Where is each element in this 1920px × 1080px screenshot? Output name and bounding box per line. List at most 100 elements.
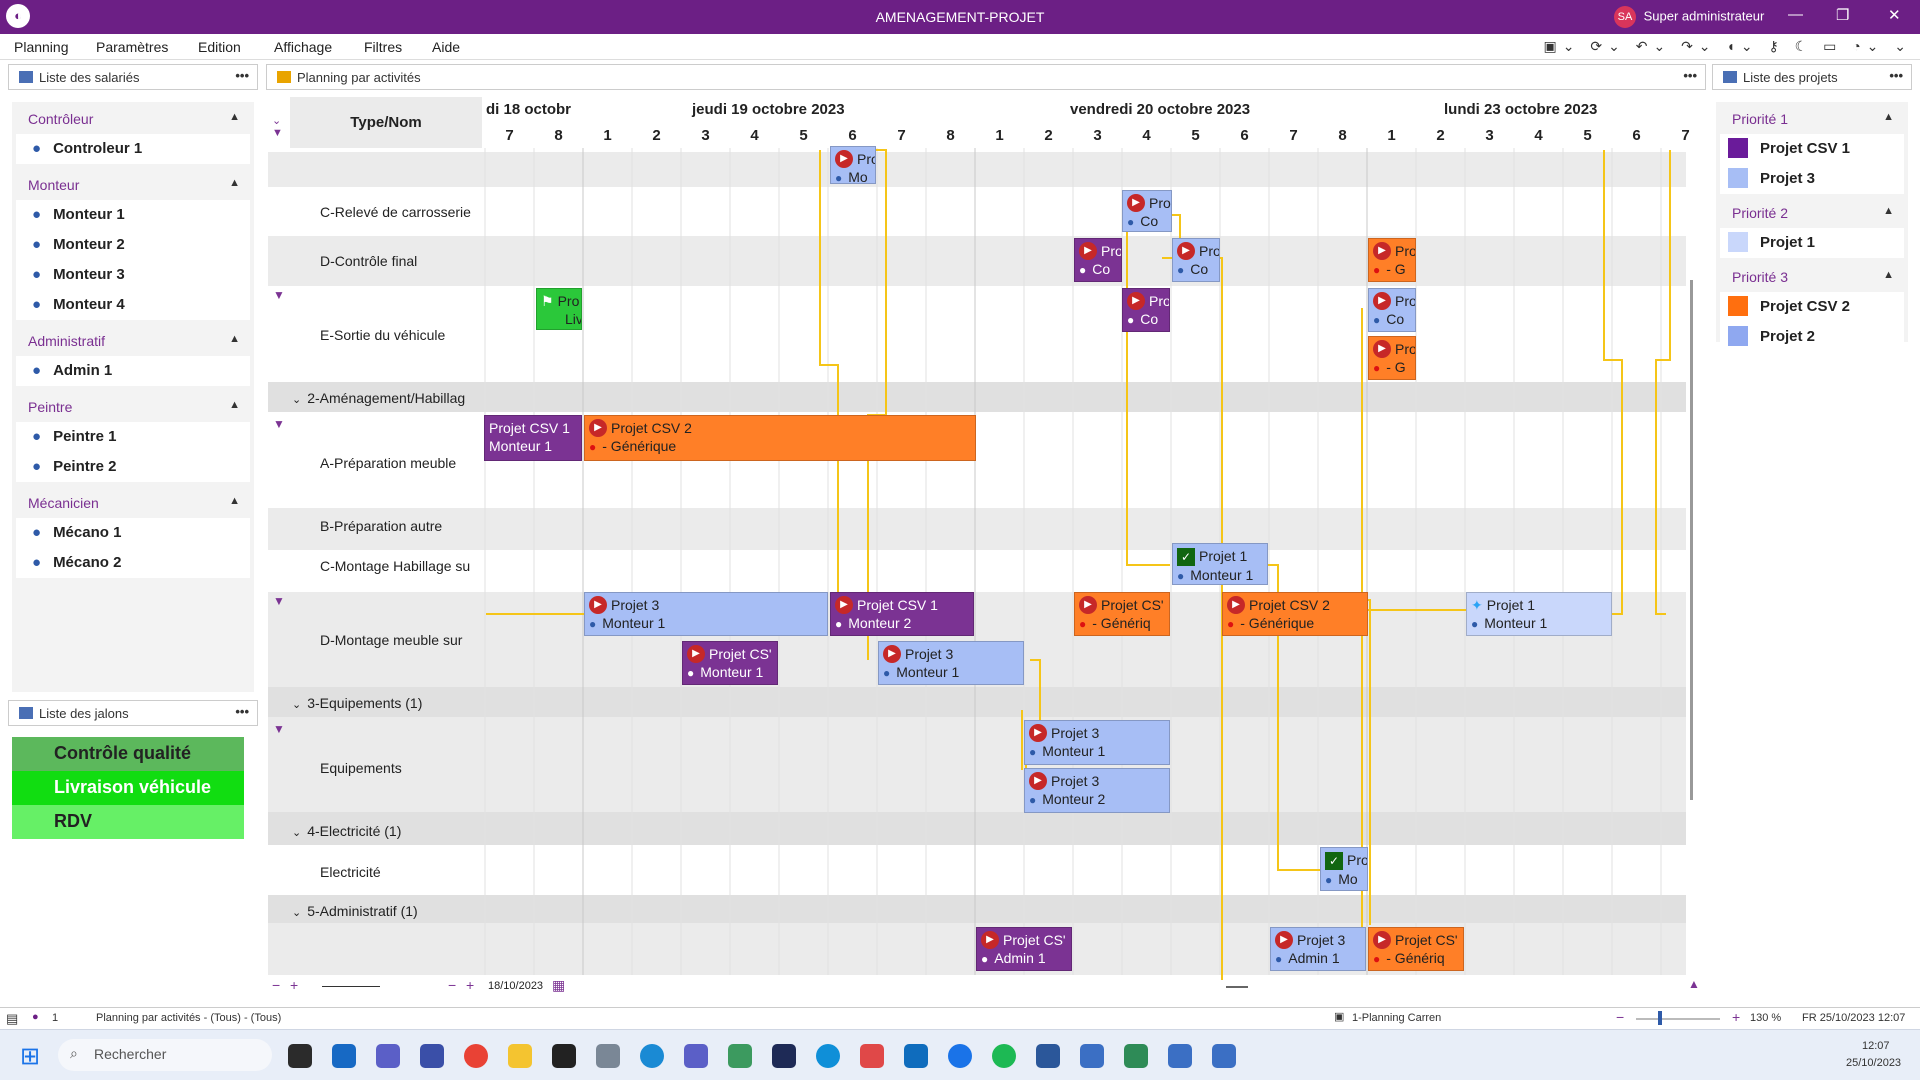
person-icon: ● (1177, 569, 1185, 583)
vertical-scrollbar[interactable] (1690, 280, 1693, 800)
zoom-out-icon[interactable]: − (1616, 1009, 1624, 1025)
sticky-notes-icon[interactable] (552, 1044, 576, 1068)
user-count: 1 (52, 1012, 59, 1024)
task-bar[interactable]: ▶ Projet 3 ● Monteur 1 (878, 641, 1024, 685)
view-icon[interactable]: ▤ (6, 1011, 18, 1027)
play-icon: ▶ (589, 419, 607, 437)
help-icon[interactable] (640, 1044, 664, 1068)
project-item[interactable]: Projet 2 (1720, 322, 1904, 352)
person-icon: ● (1373, 952, 1381, 966)
zoom-slider-thumb[interactable] (1658, 1011, 1662, 1025)
zoom-out-icon[interactable]: − (272, 977, 280, 993)
person-icon: ● (1325, 873, 1333, 887)
task-bar[interactable]: ▶ Projet CSV 2 ● - Générique (1222, 592, 1368, 636)
priority-group[interactable]: Priorité 1 ▲ (1716, 102, 1908, 134)
color-swatch (1728, 167, 1748, 188)
zoom-out-icon[interactable]: − (448, 977, 456, 993)
row-zoom-slider[interactable] (322, 986, 380, 987)
windows-start-icon[interactable]: ⊞ (20, 1042, 40, 1071)
app-icon[interactable] (1080, 1044, 1104, 1068)
chevron-up-icon: ▲ (1883, 205, 1894, 217)
taskbar-search[interactable]: ⌕ Rechercher (58, 1039, 272, 1071)
app-icon[interactable] (1124, 1044, 1148, 1068)
play-icon: ▶ (835, 150, 853, 168)
app-icon[interactable] (1212, 1044, 1236, 1068)
lock-icon[interactable]: ▲ (1688, 977, 1700, 991)
person-icon: ● (883, 666, 891, 680)
task-bar[interactable]: ✦ Projet 1 ● Monteur 1 (1466, 592, 1612, 636)
task-bar[interactable]: ▶ Pro ● - G (1368, 238, 1416, 282)
task-bar[interactable]: ▶ Projet CSV 2 ● - Générique (584, 415, 976, 461)
clock-date[interactable]: 25/10/2023 (1846, 1057, 1901, 1069)
task-bar[interactable]: ▶ Pro ● Co (1172, 238, 1220, 282)
teams-icon[interactable] (684, 1044, 708, 1068)
dependency-lines (486, 149, 1671, 980)
project-item[interactable]: Projet 3 (1720, 164, 1904, 194)
person-icon: ● (981, 952, 989, 966)
app-icon[interactable] (728, 1044, 752, 1068)
task-bar[interactable]: ▶Pro●Mo (830, 146, 876, 184)
person-icon: ● (1029, 745, 1037, 759)
task-bar[interactable]: ▶ Projet 3 ● Monteur 1 (1024, 720, 1170, 765)
spotify-icon[interactable] (992, 1044, 1016, 1068)
dolby-icon[interactable] (772, 1044, 796, 1068)
task-bar[interactable]: ✓ Projet 1 ● Monteur 1 (1172, 543, 1268, 585)
play-icon: ▶ (883, 645, 901, 663)
task-bar[interactable]: ▶ Pro ● - G (1368, 336, 1416, 380)
word-icon[interactable] (1036, 1044, 1060, 1068)
task-bar[interactable]: ▶ Projet CS' ● Monteur 1 (682, 641, 778, 685)
task-bar[interactable]: ✓ Pro ● Mo (1320, 847, 1368, 891)
task-bar[interactable]: ▶ Projet 3 ● Monteur 1 (584, 592, 828, 636)
planning-name[interactable]: 1-Planning Carren (1352, 1012, 1441, 1024)
color-swatch (1728, 295, 1748, 316)
zoom-slider[interactable] (1636, 1018, 1720, 1020)
play-icon: ▶ (1029, 772, 1047, 790)
person-icon: ● (1373, 313, 1381, 327)
teams-chat-icon[interactable] (376, 1044, 400, 1068)
app-icon[interactable] (420, 1044, 444, 1068)
planning-app-icon[interactable] (1168, 1044, 1192, 1068)
horizontal-scrollbar[interactable] (1226, 986, 1248, 988)
person-icon: ● (589, 440, 597, 454)
task-bar[interactable]: ▶ Projet CS' ● - Génériq (1368, 927, 1464, 971)
task-bar[interactable]: ▶ Pro ● Co (1122, 190, 1172, 232)
projects-more-button[interactable]: ••• (1889, 68, 1903, 83)
person-icon: ● (835, 171, 843, 184)
app-icon[interactable] (948, 1044, 972, 1068)
play-icon: ▶ (1227, 596, 1245, 614)
zoom-in-icon[interactable]: + (290, 977, 298, 993)
task-bar[interactable]: ▶ Pro ● Co (1074, 238, 1122, 282)
play-icon: ▶ (1029, 724, 1047, 742)
play-icon: ▶ (981, 931, 999, 949)
play-icon: ▶ (1373, 340, 1391, 358)
zoom-in-icon[interactable]: + (466, 977, 474, 993)
calculator-icon[interactable] (596, 1044, 620, 1068)
explorer-icon[interactable] (508, 1044, 532, 1068)
task-bar[interactable]: ▶ Projet CS' ● - Génériq (1074, 592, 1170, 636)
color-swatch (1728, 325, 1748, 346)
play-icon: ▶ (687, 645, 705, 663)
project-item[interactable]: Projet CSV 1 (1720, 134, 1904, 164)
play-icon: ▶ (1275, 931, 1293, 949)
project-item[interactable]: Projet 1 (1720, 228, 1904, 258)
outlook-icon[interactable] (904, 1044, 928, 1068)
task-bar[interactable]: ▶ Pro ● Co (1122, 288, 1170, 332)
zoom-in-icon[interactable]: + (1732, 1009, 1740, 1025)
task-bar[interactable]: ▶ Pro ● Co (1368, 288, 1416, 332)
project-item[interactable]: Projet CSV 2 (1720, 292, 1904, 322)
calendar-icon[interactable]: ▦ (552, 977, 565, 994)
priority-group[interactable]: Priorité 2 ▲ (1716, 196, 1908, 228)
chrome-icon[interactable] (464, 1044, 488, 1068)
task-bar[interactable]: ▶ Projet 3 ● Monteur 2 (1024, 768, 1170, 813)
task-bar[interactable]: ▶ Projet CS' ● Admin 1 (976, 927, 1072, 971)
taskview-icon[interactable] (288, 1044, 312, 1068)
snipping-icon[interactable] (860, 1044, 884, 1068)
widgets-icon[interactable] (332, 1044, 356, 1068)
edge-icon[interactable] (816, 1044, 840, 1068)
task-bar[interactable]: ⚑ Pro Liv (536, 288, 582, 330)
task-bar[interactable]: ▶ Projet 3 ● Admin 1 (1270, 927, 1366, 971)
task-bar[interactable]: ▶ Projet CSV 1 ● Monteur 2 (830, 592, 974, 636)
person-icon: ● (1079, 617, 1087, 631)
priority-group[interactable]: Priorité 3 ▲ (1716, 260, 1908, 292)
task-bar[interactable]: Projet CSV 1 Monteur 1 (484, 415, 582, 461)
